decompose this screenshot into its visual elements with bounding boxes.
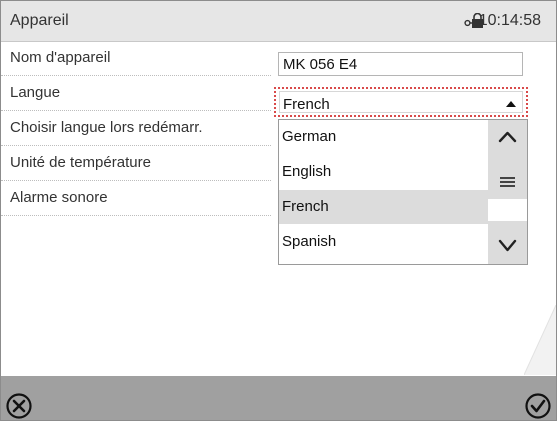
row-language: Langue	[1, 76, 271, 111]
chevron-up-icon[interactable]	[488, 120, 527, 154]
confirm-circle-check-icon[interactable]	[523, 392, 553, 420]
language-option-french[interactable]: French	[279, 190, 488, 224]
dropdown-scrollbar[interactable]	[488, 120, 527, 264]
footer-bar	[1, 376, 556, 420]
hamburger-icon[interactable]	[488, 168, 527, 196]
language-option-spanish[interactable]: Spanish	[279, 225, 488, 259]
language-select[interactable]: French	[274, 87, 528, 117]
settings-screen: Appareil 10:14:58 Nom d'appareil Langue …	[0, 0, 557, 421]
row-device-name: Nom d'appareil	[1, 41, 271, 76]
temperature-unit-label: Unité de température	[10, 154, 151, 171]
scrollbar-track[interactable]	[488, 199, 527, 221]
row-sound-alarm: Alarme sonore	[1, 181, 271, 216]
row-choose-language-restart: Choisir langue lors redémarr.	[1, 111, 271, 146]
language-select-value: French	[283, 96, 330, 113]
sound-alarm-label: Alarme sonore	[10, 189, 108, 206]
header-bar: Appareil 10:14:58	[1, 1, 556, 42]
chevron-down-icon[interactable]	[488, 226, 527, 264]
triangle-up-icon	[506, 101, 516, 107]
clock-time: 10:14:58	[478, 12, 541, 29]
language-option-english[interactable]: English	[279, 155, 488, 189]
language-option-german[interactable]: German	[279, 120, 488, 154]
cancel-circle-x-icon[interactable]	[5, 392, 33, 420]
language-dropdown-list: German English French Spanish	[278, 119, 528, 265]
row-temperature-unit: Unité de température	[1, 146, 271, 181]
corner-fold-decoration	[524, 305, 556, 375]
page-title: Appareil	[10, 12, 69, 29]
device-name-field[interactable]: MK 056 E4	[278, 52, 523, 76]
device-name-value: MK 056 E4	[283, 56, 358, 73]
device-name-label: Nom d'appareil	[10, 49, 111, 66]
choose-language-restart-label: Choisir langue lors redémarr.	[10, 119, 203, 136]
language-label: Langue	[10, 84, 61, 101]
